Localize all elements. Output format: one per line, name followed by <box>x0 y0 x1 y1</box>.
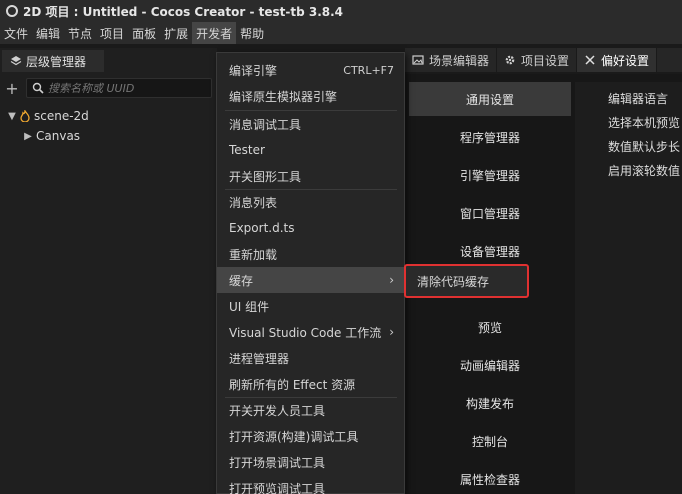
menu-item-clear-code-cache[interactable]: 清除代码缓存 <box>406 266 527 296</box>
menu-file[interactable]: 文件 <box>0 22 32 44</box>
gear-icon <box>505 55 515 65</box>
developer-menu: 编译引擎 CTRL+F7 编译原生模拟器引擎 消息调试工具 Tester 开关图… <box>216 52 405 494</box>
cache-submenu: 清除代码缓存 <box>404 264 529 298</box>
tools-icon <box>585 55 595 65</box>
tab-scene-editor[interactable]: 场景编辑器 <box>405 48 498 72</box>
title-bar: 2D 项目 : Untitled - Cocos Creator - test-… <box>0 0 682 22</box>
setting-editor-language: 编辑器语言 <box>608 92 669 106</box>
tree-item-scene[interactable]: ▼ scene-2d <box>6 106 89 126</box>
image-icon <box>412 55 424 65</box>
category-preview[interactable]: 预览 <box>409 310 571 344</box>
menu-item-ui-components[interactable]: UI 组件 <box>217 293 404 319</box>
tree-item-label: scene-2d <box>34 109 89 123</box>
tab-hierarchy[interactable]: 层级管理器 <box>2 50 104 72</box>
category-program-manager[interactable]: 程序管理器 <box>409 120 571 154</box>
category-build-publish[interactable]: 构建发布 <box>409 386 571 420</box>
scene-icon <box>20 110 30 122</box>
menu-item-cache[interactable]: 缓存 › <box>217 267 404 293</box>
chevron-down-icon[interactable]: ▼ <box>6 111 18 122</box>
hierarchy-search[interactable] <box>26 78 212 98</box>
menu-edit[interactable]: 编辑 <box>32 22 64 44</box>
menu-help[interactable]: 帮助 <box>236 22 268 44</box>
tab-project-settings[interactable]: 项目设置 <box>497 48 578 72</box>
window-title: 2D 项目 : Untitled - Cocos Creator - test-… <box>23 4 344 19</box>
hierarchy-panel: 层级管理器 + ▼ scene-2d ▶ Canvas <box>0 48 217 494</box>
search-input[interactable] <box>48 81 208 95</box>
category-console[interactable]: 控制台 <box>409 424 571 458</box>
menu-item-asset-debug[interactable]: 打开资源(构建)调试工具 <box>217 423 404 449</box>
search-icon <box>32 82 44 94</box>
menu-bar: 文件 编辑 节点 项目 面板 扩展 开发者 帮助 <box>0 22 682 44</box>
menu-item-toggle-graphics[interactable]: 开关图形工具 <box>217 163 404 189</box>
menu-item-export-dts[interactable]: Export.d.ts <box>217 215 404 241</box>
category-inspector[interactable]: 属性检查器 <box>409 462 571 494</box>
hierarchy-tab-label: 层级管理器 <box>26 54 87 69</box>
menu-item-message-list[interactable]: 消息列表 <box>217 189 404 215</box>
tab-label: 项目设置 <box>521 53 570 68</box>
layers-icon <box>10 56 22 66</box>
menu-item-message-debug[interactable]: 消息调试工具 <box>217 111 404 137</box>
shortcut-label: CTRL+F7 <box>343 63 394 77</box>
menu-item-vscode-workflow[interactable]: Visual Studio Code 工作流 › <box>217 319 404 345</box>
menu-item-compile-native[interactable]: 编译原生模拟器引擎 <box>217 83 404 109</box>
menu-item-label: Visual Studio Code 工作流 <box>229 325 382 340</box>
chevron-right-icon[interactable]: ▶ <box>22 131 34 142</box>
category-general[interactable]: 通用设置 <box>409 82 571 116</box>
tree-item-label: Canvas <box>36 129 81 143</box>
menu-item-process-manager[interactable]: 进程管理器 <box>217 345 404 371</box>
chevron-right-icon: › <box>389 325 394 339</box>
add-node-icon[interactable]: + <box>4 79 20 98</box>
menu-item-label: 缓存 <box>229 273 254 288</box>
setting-wheel-value: 启用滚轮数值 <box>608 164 681 178</box>
chevron-right-icon: › <box>389 273 394 287</box>
cocos-logo-icon <box>6 5 18 17</box>
tree-item-canvas[interactable]: ▶ Canvas <box>22 126 80 146</box>
category-device-manager[interactable]: 设备管理器 <box>409 234 571 268</box>
tab-preferences[interactable]: 偏好设置 <box>577 48 658 72</box>
menu-item-scene-debug[interactable]: 打开场景调试工具 <box>217 449 404 475</box>
menu-node[interactable]: 节点 <box>64 22 96 44</box>
setting-native-preview: 选择本机预览 <box>608 116 681 130</box>
category-animation-editor[interactable]: 动画编辑器 <box>409 348 571 382</box>
setting-default-step: 数值默认步长 <box>608 140 681 154</box>
menu-item-compile-engine[interactable]: 编译引擎 CTRL+F7 <box>217 57 404 83</box>
menu-panel[interactable]: 面板 <box>128 22 160 44</box>
menu-item-preview-debug[interactable]: 打开预览调试工具 <box>217 475 404 494</box>
hierarchy-toolbar: + <box>0 76 217 100</box>
menu-item-tester[interactable]: Tester <box>217 137 404 163</box>
menu-project[interactable]: 项目 <box>96 22 128 44</box>
editor-tab-bar: 场景编辑器 项目设置 偏好设置 <box>405 48 682 72</box>
preferences-content: 编辑器语言 选择本机预览 数值默认步长 启用滚轮数值 <box>575 82 682 494</box>
category-engine-manager[interactable]: 引擎管理器 <box>409 158 571 192</box>
tab-label: 偏好设置 <box>601 53 650 68</box>
category-window-manager[interactable]: 窗口管理器 <box>409 196 571 230</box>
menu-item-reload[interactable]: 重新加载 <box>217 241 404 267</box>
menu-extension[interactable]: 扩展 <box>160 22 192 44</box>
tab-label: 场景编辑器 <box>429 53 490 68</box>
menu-item-label: 编译引擎 <box>229 63 278 78</box>
menu-item-toggle-devtools[interactable]: 开关开发人员工具 <box>217 397 404 423</box>
menu-item-refresh-effects[interactable]: 刷新所有的 Effect 资源 <box>217 371 404 397</box>
menu-developer[interactable]: 开发者 <box>192 22 237 44</box>
